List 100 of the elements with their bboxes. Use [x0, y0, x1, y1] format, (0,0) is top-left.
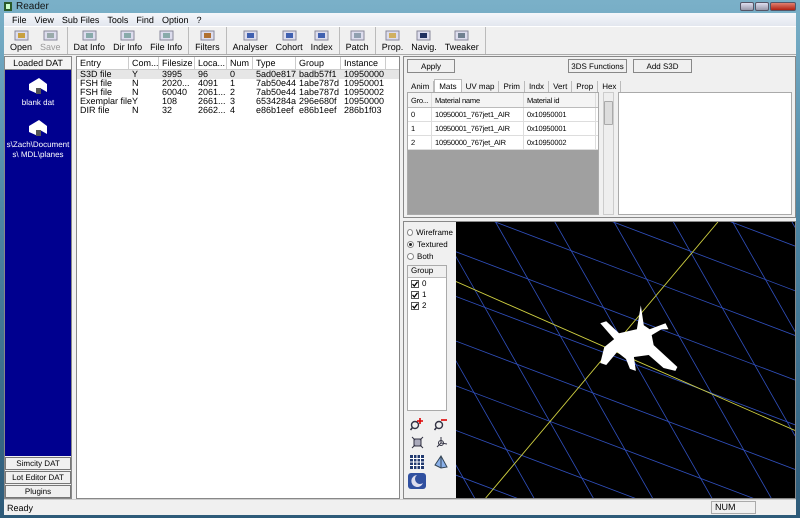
- dat-file-label[interactable]: blank dat: [5, 98, 71, 108]
- menu-item[interactable]: Option: [158, 14, 192, 24]
- functions-button[interactable]: 3DS Functions: [568, 59, 627, 73]
- column-header[interactable]: Filesize: [159, 57, 195, 69]
- column-header[interactable]: Loca...: [195, 57, 227, 69]
- table-cell-text: 1abe787d: [298, 88, 340, 97]
- pyramid-icon: [434, 454, 448, 468]
- table-cell-text: S3D file: [79, 70, 113, 79]
- view-mode-radio[interactable]: Wireframe: [407, 226, 453, 238]
- menu-item[interactable]: File: [8, 14, 31, 24]
- view-mode-radio[interactable]: Both: [407, 250, 453, 262]
- group-label: 2: [422, 301, 426, 310]
- table-cell-text: FSH file: [79, 79, 114, 88]
- toolbar-button[interactable]: Dat Info: [70, 27, 110, 54]
- file-row[interactable]: S3D file Y 3995 96 0 5ad0e817 badb57f1 10950000: [77, 70, 399, 79]
- toolbar-image-icon: [384, 30, 400, 40]
- sidebar-button[interactable]: Lot Editor DAT: [5, 471, 71, 484]
- file-row[interactable]: FSH file N 60040 2061... 2 7ab50e44 1abe787d 10950002: [77, 88, 399, 97]
- toolbar-button[interactable]: Patch: [342, 27, 373, 54]
- file-icon: [27, 76, 49, 96]
- column-header[interactable]: Group: [296, 57, 341, 69]
- file-row[interactable]: Exemplar fileY 108 2661... 3 6534284a 296e680f 10950000: [77, 97, 399, 106]
- toolbar-button[interactable]: File Info: [146, 27, 186, 54]
- toolbar-image-icon: [14, 30, 29, 40]
- toolbar-image-icon: [158, 30, 174, 40]
- toolbar-button[interactable]: Dir Info: [109, 27, 146, 54]
- table-cell-text: 7ab50e44: [255, 79, 296, 88]
- viewport-grid-drawing[interactable]: [456, 222, 795, 498]
- toolbar-button[interactable]: Tweaker: [440, 27, 483, 54]
- table-cell-text: 108: [161, 97, 178, 106]
- grid-icon: [410, 454, 424, 468]
- sidebar-button[interactable]: Simcity DAT: [5, 457, 71, 470]
- add-button[interactable]: Add S3D: [633, 59, 692, 73]
- toolbar-image-icon: [416, 30, 432, 40]
- tab[interactable]: Mats: [434, 79, 462, 92]
- grid-button[interactable]: [407, 453, 427, 470]
- table-cell-text: 3: [229, 97, 236, 106]
- close-button[interactable]: [770, 2, 796, 11]
- toolbar-image-icon: [120, 30, 136, 40]
- toolbar-image-icon: [454, 30, 470, 40]
- table-cell-text: 7ab50e44: [255, 88, 296, 97]
- dat-file-label[interactable]: s\Zach\Documents\ MDL\planes: [5, 140, 71, 160]
- table-cell-text: 10950001: [343, 79, 386, 88]
- menu-item[interactable]: Tools: [103, 14, 132, 24]
- toolbar-image-icon: [82, 30, 97, 40]
- toolbar-button[interactable]: Open: [6, 27, 36, 54]
- toolbar-button[interactable]: Filters: [191, 27, 224, 54]
- axes-icon: [434, 436, 448, 449]
- table-cell-text: DIR file: [79, 106, 110, 115]
- menu-item[interactable]: ?: [192, 14, 206, 24]
- checkbox[interactable]: [411, 302, 419, 310]
- table-cell-text: 60040: [161, 88, 188, 97]
- column-header[interactable]: Com...: [129, 57, 159, 69]
- checkbox[interactable]: [411, 280, 419, 288]
- scrollbar[interactable]: [603, 92, 614, 215]
- file-row[interactable]: FSH file N 2020... 4091 1 7ab50e44 1abe787d 10950001: [77, 79, 399, 88]
- menu-item[interactable]: View: [30, 14, 58, 24]
- toolbar-image-icon: [314, 30, 330, 40]
- column-header[interactable]: Type: [253, 57, 296, 69]
- table-cell-text: 10950002: [343, 88, 386, 97]
- app-icon: [4, 2, 12, 11]
- table-cell-text: 32: [161, 106, 174, 115]
- table-cell-text: e86b1eef: [255, 106, 295, 115]
- column-header: Group: [408, 266, 446, 278]
- table-cell-text: 3995: [161, 70, 184, 79]
- apply-button[interactable]: Apply: [407, 59, 455, 73]
- menu-item[interactable]: Find: [132, 14, 158, 24]
- table-cell-text: Exemplar file: [79, 97, 129, 106]
- column-header[interactable]: Num: [227, 57, 253, 69]
- group-label: 1: [422, 290, 426, 299]
- table-cell-text: N: [131, 79, 140, 88]
- toolbar-image-icon: [242, 30, 258, 40]
- toolbar-button[interactable]: Index: [306, 27, 337, 54]
- table-cell-text: Y: [131, 70, 140, 79]
- table-cell-text: 0: [229, 70, 236, 79]
- maximize-button[interactable]: [755, 2, 769, 11]
- toolbar-button[interactable]: Analyser: [228, 27, 272, 54]
- checkbox[interactable]: [411, 290, 419, 298]
- table-cell-text: 2020...: [161, 79, 191, 88]
- menu-item[interactable]: Sub Files: [58, 14, 104, 24]
- file-row[interactable]: DIR file N 32 2662... 4 e86b1eef e86b1eef 286b1f03: [77, 106, 399, 115]
- table-cell-text: 2662...: [197, 106, 227, 115]
- table-cell-text: 2061...: [197, 88, 227, 97]
- column-header[interactable]: Entry: [77, 57, 129, 69]
- minimize-button[interactable]: [740, 2, 754, 11]
- column-header[interactable]: Instance: [341, 57, 386, 69]
- moon-icon: [408, 472, 426, 488]
- lighting-button[interactable]: [407, 472, 427, 489]
- group-label: 0: [422, 279, 426, 288]
- toolbar-button[interactable]: Cohort: [272, 27, 307, 54]
- view-mode-radio[interactable]: Textured: [407, 238, 453, 250]
- table-cell-text: 296e680f: [298, 97, 338, 106]
- toolbar-button[interactable]: Navig.: [407, 27, 441, 54]
- table-cell-text: N: [131, 106, 140, 115]
- table-cell-text: 4091: [197, 79, 220, 88]
- toolbar-button[interactable]: Prop.: [378, 27, 408, 54]
- sidebar-button[interactable]: Plugins: [5, 485, 71, 498]
- status-text: Ready: [7, 502, 34, 512]
- toolbar-image-icon: [200, 30, 215, 40]
- toolbar-image-icon: [350, 30, 365, 40]
